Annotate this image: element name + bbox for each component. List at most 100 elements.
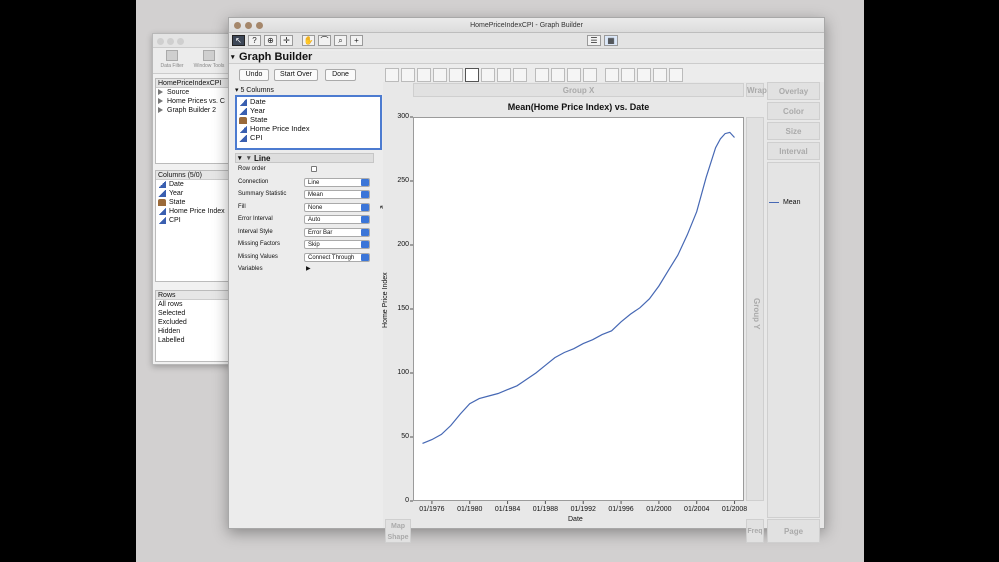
- caption-box-icon[interactable]: [605, 68, 619, 82]
- close-dot-icon[interactable]: [157, 38, 164, 45]
- histogram-icon[interactable]: [535, 68, 549, 82]
- start-over-button[interactable]: Start Over: [274, 69, 318, 81]
- disclosure-triangle-icon[interactable]: ▾: [238, 154, 242, 163]
- rows-header[interactable]: Rows: [156, 291, 228, 300]
- gb-column-label: Home Price Index: [250, 124, 310, 133]
- graph-builder-header[interactable]: ▾ Graph Builder: [229, 51, 824, 64]
- gb-column-item[interactable]: Date: [237, 97, 380, 106]
- window-tools-button[interactable]: Window Tools: [189, 50, 229, 69]
- window-titlebar[interactable]: HomePriceIndexCPI - Graph Builder: [229, 18, 824, 33]
- pie-icon[interactable]: [567, 68, 581, 82]
- columns-header[interactable]: Columns (5/0): [156, 171, 228, 180]
- line-option-select[interactable]: Mean: [304, 190, 370, 199]
- box-plot-icon[interactable]: [513, 68, 527, 82]
- select-value: Auto: [308, 217, 321, 223]
- done-button[interactable]: Done: [325, 69, 356, 81]
- zoom-dot-icon[interactable]: [256, 22, 263, 29]
- line-option-label: Missing Values: [238, 253, 278, 260]
- line-option-select[interactable]: None: [304, 202, 370, 212]
- data-table-window[interactable]: Data Filter Window Tools HomePriceIndexC…: [152, 33, 232, 365]
- area-icon[interactable]: [497, 68, 511, 82]
- select-arrow-icon: [361, 241, 369, 248]
- parallel-icon[interactable]: [669, 68, 683, 82]
- data-table-titlebar[interactable]: [153, 34, 231, 48]
- funnel-icon: [166, 50, 178, 61]
- script-triangle-icon: [158, 98, 163, 105]
- line-option-select[interactable]: Error Bar: [304, 227, 370, 237]
- line-option-label: Variables: [238, 266, 263, 272]
- columns-list[interactable]: Date Year State Home Price Index CPI: [235, 95, 382, 150]
- lasso-icon[interactable]: ⌒: [318, 35, 331, 46]
- column-label: Date: [169, 181, 184, 188]
- line-option-row: Variables ▶: [235, 263, 374, 276]
- continuous-icon: [158, 180, 166, 188]
- gb-column-item[interactable]: State: [237, 115, 380, 124]
- disclosure-triangle-icon[interactable]: ▾: [231, 51, 235, 64]
- rows-item[interactable]: Excluded: [156, 318, 228, 327]
- rows-item[interactable]: Hidden: [156, 327, 228, 336]
- street-map-icon[interactable]: [653, 68, 667, 82]
- series-line-mean[interactable]: [422, 131, 735, 444]
- undo-button[interactable]: Undo: [239, 69, 269, 81]
- help-icon[interactable]: ?: [248, 35, 261, 46]
- table-item-label: Graph Builder 2: [167, 107, 217, 114]
- gb-column-item[interactable]: CPI: [237, 133, 380, 142]
- menu-triangle-icon[interactable]: ▾: [247, 154, 251, 163]
- gb-column-item[interactable]: Home Price Index: [237, 124, 380, 133]
- script-triangle-icon: [158, 107, 163, 114]
- smoother-icon[interactable]: [417, 68, 431, 82]
- map-icon[interactable]: [637, 68, 651, 82]
- legend[interactable]: Mean: [769, 199, 800, 206]
- contour-icon[interactable]: [449, 68, 463, 82]
- line-option-select[interactable]: Skip: [304, 240, 370, 249]
- table-title[interactable]: HomePriceIndexCPI: [156, 79, 228, 88]
- row-order-checkbox[interactable]: [311, 166, 317, 172]
- column-label: CPI: [169, 217, 181, 224]
- gb-column-item[interactable]: Year: [237, 106, 380, 115]
- line-option-select[interactable]: Auto: [304, 215, 370, 224]
- minimize-dot-icon[interactable]: [167, 38, 174, 45]
- select-value: Connect Through: [308, 254, 355, 261]
- disclosure-arrow-icon[interactable]: ▶: [306, 263, 311, 275]
- continuous-icon: [239, 107, 247, 115]
- column-item[interactable]: Home Price Index: [156, 207, 228, 216]
- jitter-icon[interactable]: [401, 68, 415, 82]
- treemap-icon[interactable]: [583, 68, 597, 82]
- ellipse-icon[interactable]: [433, 68, 447, 82]
- line-option-select[interactable]: Line: [304, 177, 370, 187]
- rows-item[interactable]: Labelled: [156, 336, 228, 345]
- crosshair-icon[interactable]: ⊕: [264, 35, 277, 46]
- zoom-dot-icon[interactable]: [177, 38, 184, 45]
- line-option-select[interactable]: Connect Through: [304, 252, 370, 262]
- column-item[interactable]: Year: [156, 189, 228, 198]
- formula-icon[interactable]: [621, 68, 635, 82]
- line-panel-header[interactable]: ▾ ▾ Line: [235, 153, 374, 163]
- column-item[interactable]: Date: [156, 180, 228, 189]
- close-dot-icon[interactable]: [234, 22, 241, 29]
- column-item[interactable]: State: [156, 198, 228, 207]
- annotate-icon[interactable]: +: [350, 35, 363, 46]
- data-filter-button[interactable]: Data Filter: [155, 50, 189, 69]
- rows-item[interactable]: Selected: [156, 309, 228, 318]
- heatmap-icon[interactable]: [551, 68, 565, 82]
- data-table-toolstrip: Data Filter Window Tools: [153, 48, 231, 74]
- rows-item[interactable]: All rows: [156, 300, 228, 309]
- line-properties-panel: ▾ ▾ Line Row order Connection Line Summary …: [235, 153, 374, 273]
- move-icon[interactable]: ✛: [280, 35, 293, 46]
- column-item[interactable]: CPI: [156, 216, 228, 225]
- points-icon[interactable]: [385, 68, 399, 82]
- table-item[interactable]: Home Prices vs. C: [156, 97, 228, 106]
- disclosure-triangle-icon[interactable]: ▾: [235, 87, 239, 94]
- bar-icon[interactable]: [481, 68, 495, 82]
- magnifier-icon[interactable]: ⌕: [334, 35, 347, 46]
- table-item[interactable]: Source: [156, 88, 228, 97]
- gb-column-label: Year: [250, 106, 266, 115]
- table-item[interactable]: Graph Builder 2: [156, 106, 228, 115]
- arrow-icon[interactable]: ↖: [232, 35, 245, 46]
- scripts-icon[interactable]: ☰: [587, 35, 601, 46]
- table-grid-icon[interactable]: ▦: [604, 35, 618, 46]
- minimize-dot-icon[interactable]: [245, 22, 252, 29]
- tools-toolbar: ↖ ? ⊕ ✛ ✋ ⌒ ⌕ + ☰ ▦: [229, 33, 824, 49]
- hand-icon[interactable]: ✋: [302, 35, 315, 46]
- line-icon[interactable]: [465, 68, 479, 82]
